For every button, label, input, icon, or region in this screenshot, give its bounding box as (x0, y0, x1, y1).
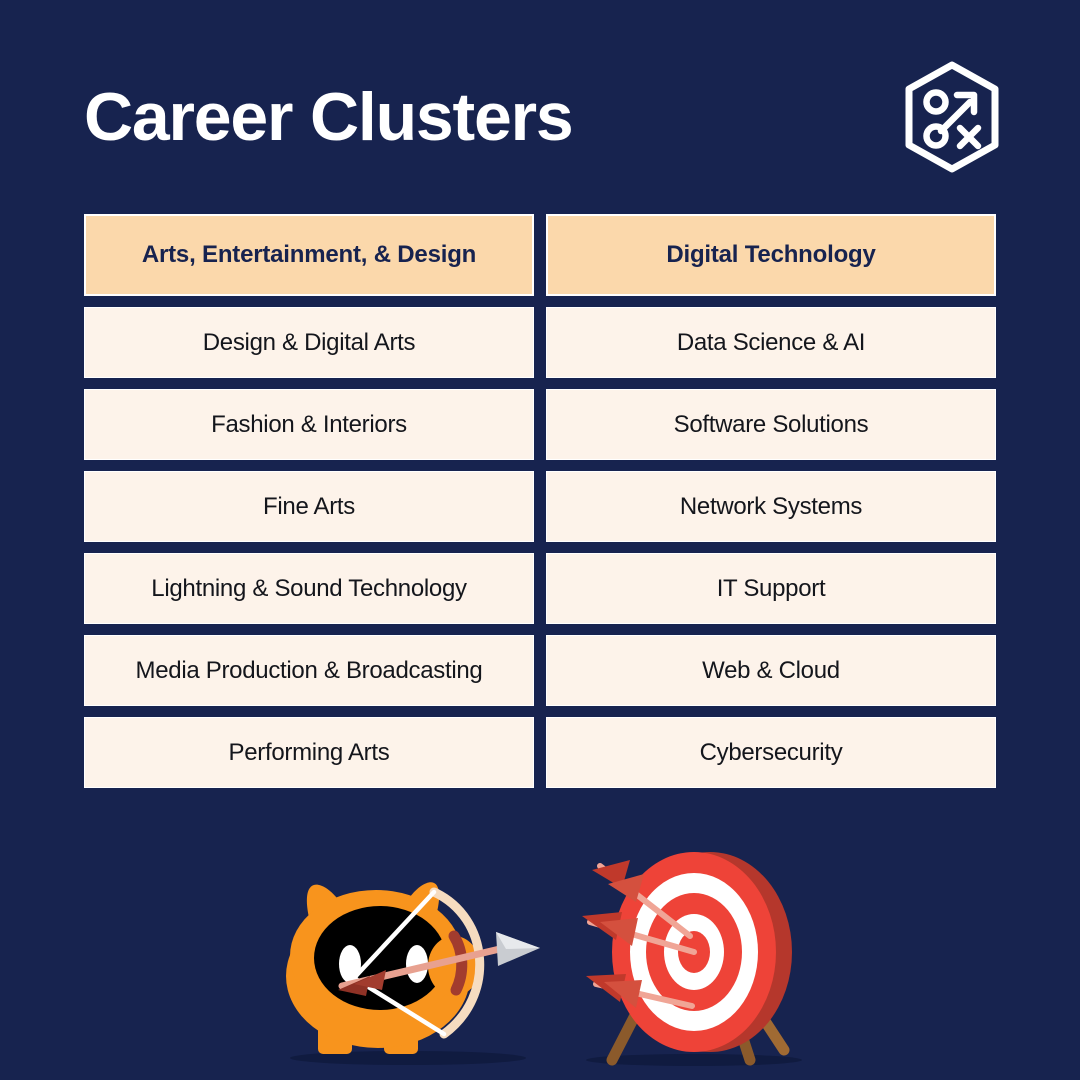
cluster-item[interactable]: Web & Cloud (546, 635, 996, 706)
cluster-item-label: Network Systems (679, 492, 863, 520)
archer-cat-mascot-icon (286, 882, 540, 1065)
cluster-item[interactable]: Lightning & Sound Technology (84, 553, 534, 624)
cluster-item-label: Web & Cloud (702, 656, 840, 684)
cluster-item-label: Media Production & Broadcasting (135, 656, 483, 684)
hexagon-strategy-icon (905, 61, 999, 173)
cluster-item[interactable]: Fashion & Interiors (84, 389, 534, 460)
cluster-item[interactable]: Data Science & AI (546, 307, 996, 378)
cluster-item-label: Cybersecurity (699, 738, 843, 766)
page-title: Career Clusters (84, 79, 574, 155)
cluster-item-label: Fashion & Interiors (211, 410, 407, 438)
cluster-item[interactable]: Software Solutions (546, 389, 996, 460)
cluster-item-label: IT Support (716, 574, 826, 602)
career-clusters-poster: Career Clusters Arts, Entertainment, & D… (0, 0, 1080, 1080)
illustration-strip (0, 836, 1080, 1080)
cluster-item-label: Design & Digital Arts (202, 328, 416, 356)
cluster-column-digital-technology: Digital Technology Data Science & AI Sof… (546, 214, 996, 788)
career-clusters-table: Arts, Entertainment, & Design Design & D… (84, 214, 996, 788)
cluster-header-label: Arts, Entertainment, & Design (141, 241, 477, 268)
cluster-item[interactable]: Cybersecurity (546, 717, 996, 788)
cluster-header-digital-technology[interactable]: Digital Technology (546, 214, 996, 296)
cluster-item[interactable]: IT Support (546, 553, 996, 624)
cluster-item[interactable]: Performing Arts (84, 717, 534, 788)
cluster-header-arts[interactable]: Arts, Entertainment, & Design (84, 214, 534, 296)
cluster-item-label: Lightning & Sound Technology (151, 574, 467, 602)
cluster-item-label: Data Science & AI (676, 328, 866, 356)
cluster-header-label: Digital Technology (666, 241, 876, 268)
poster-header: Career Clusters (84, 61, 999, 173)
cluster-item[interactable]: Design & Digital Arts (84, 307, 534, 378)
cluster-item-label: Fine Arts (263, 492, 355, 520)
cluster-item-label: Performing Arts (228, 738, 390, 766)
cluster-item[interactable]: Network Systems (546, 471, 996, 542)
cluster-item[interactable]: Fine Arts (84, 471, 534, 542)
cluster-item-label: Software Solutions (673, 410, 869, 438)
archery-target-icon (582, 852, 802, 1066)
cluster-item[interactable]: Media Production & Broadcasting (84, 635, 534, 706)
cluster-column-arts: Arts, Entertainment, & Design Design & D… (84, 214, 534, 788)
